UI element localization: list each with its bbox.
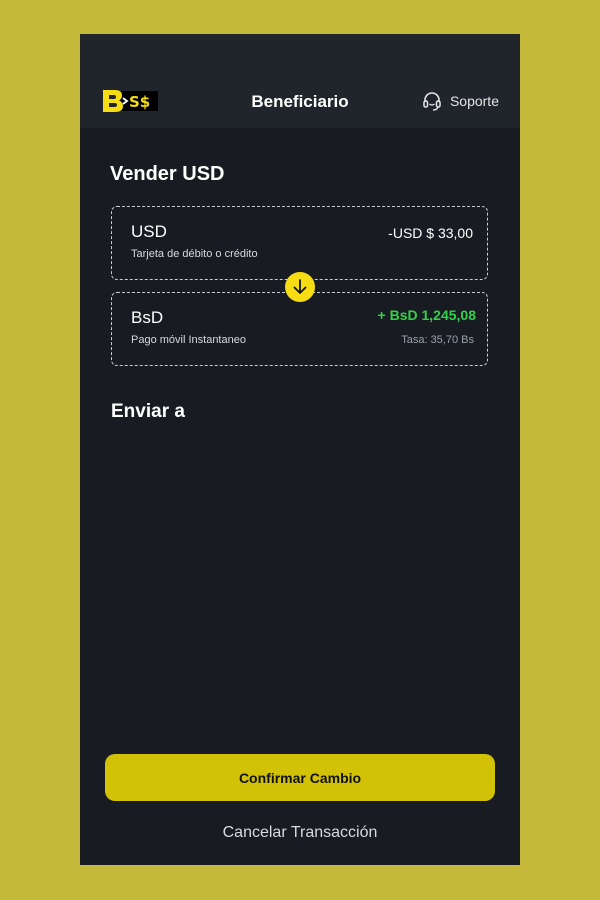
headset-icon: [423, 92, 441, 111]
target-amount: + BsD 1,245,08: [377, 307, 476, 323]
target-currency-card[interactable]: BsD Pago móvil Instantaneo + BsD 1,245,0…: [111, 292, 488, 366]
source-payment-method: Tarjeta de débito o crédito: [131, 248, 258, 260]
exchange-rate: Tasa: 35,70 Bs: [401, 334, 474, 346]
target-currency: BsD: [131, 308, 164, 327]
target-payment-method: Pago móvil Instantaneo: [131, 334, 246, 346]
confirm-exchange-button[interactable]: Confirmar Cambio: [105, 754, 495, 801]
arrow-down-icon: [293, 279, 307, 294]
cancel-transaction-link[interactable]: Cancelar Transacción: [80, 824, 520, 842]
support-label: Soporte: [449, 93, 499, 109]
source-currency: USD: [131, 222, 167, 241]
sell-section-title: Vender USD: [110, 163, 225, 185]
swap-direction-button[interactable]: [285, 272, 315, 302]
source-currency-card[interactable]: USD Tarjeta de débito o crédito -USD $ 3…: [111, 206, 488, 280]
source-amount: -USD $ 33,00: [388, 225, 473, 241]
app-screen: S$ Beneficiario Soporte Vender USD USD T…: [80, 34, 520, 865]
send-to-title: Enviar a: [111, 401, 185, 422]
support-button[interactable]: Soporte: [422, 91, 499, 111]
top-bar: S$ Beneficiario Soporte: [80, 34, 520, 128]
